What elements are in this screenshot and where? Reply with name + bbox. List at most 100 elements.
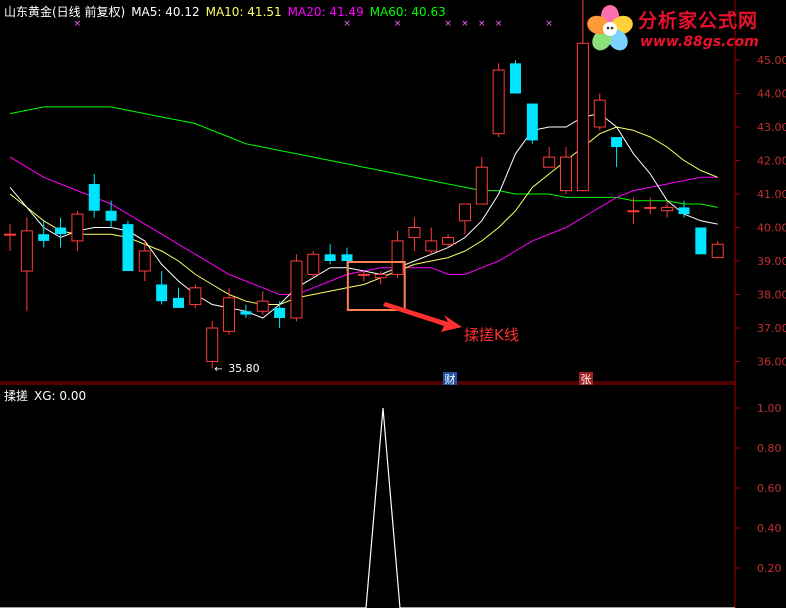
candle-body [156,284,168,302]
candle-body [122,224,134,272]
candle [206,321,219,369]
indicator-tick-label: 0.40 [757,522,782,535]
candle [4,224,16,251]
indicator-tick-label: 0.60 [757,482,782,495]
candle-body [206,327,219,362]
candle [223,287,236,335]
candle [240,304,252,318]
candle [526,103,538,144]
candle-body [543,156,556,168]
candle [711,240,724,259]
candle [55,217,67,248]
candle [627,197,640,225]
candle [492,63,505,138]
annotation-arrow [383,302,462,332]
ma5-value: MA5: 40.12 [131,5,200,19]
low-price-label: 35.80 [228,362,260,375]
xg-indicator-line [0,407,735,608]
ma60-line [9,106,718,208]
candle [307,250,320,278]
candle-body [627,210,640,213]
chart-canvas[interactable]: 45.0044.0043.0042.0041.0040.0039.0038.00… [0,0,786,608]
candle-body [256,300,269,312]
candle-body [644,206,657,209]
candle-body [138,250,151,272]
cai-marker: 财 [445,372,456,386]
price-panel-header: 山东黄金(日线 前复权) MA5: 40.12 MA10: 41.51 MA20: 4… [4,3,452,20]
candle [290,254,303,322]
price-tick-label: 40.00 [757,222,786,235]
candle [644,197,657,215]
candle [510,60,521,94]
price-tick-label: 44.00 [757,88,786,101]
zhang-marker: 张 [581,373,592,386]
signal-marker: × [74,19,82,29]
watermark-url: www.88gs.com [640,34,759,50]
watermark: 分析家公式网 www.88gs.com [582,2,782,56]
candle-body [492,69,505,135]
candle-body [711,243,724,259]
candle-body [661,206,674,212]
signal-marker: × [495,19,503,29]
candle [156,271,168,305]
signal-marker: × [545,19,553,29]
candle [20,217,33,312]
annotation-label: 揉搓K线 [464,326,519,344]
indicator-tick-label: 1.00 [757,402,782,415]
candle-body [695,227,707,255]
candle-body [475,166,488,205]
candle-body [341,254,353,261]
candle-body [442,237,455,245]
candle [425,227,438,255]
price-tick-label: 39.00 [757,255,786,268]
ma60-value: MA60: 40.63 [369,5,446,19]
kline-chart-window[interactable]: 45.00 44.00 43.00 42.00 41.00 40.00 39.00 38.00… [0,0,786,608]
signal-marker: × [343,19,351,29]
price-tick-label: 37.00 [757,322,786,335]
indicator-tick-label: 0.20 [757,562,782,575]
candle-body [274,307,286,318]
candle-body [88,183,100,211]
signal-marker: × [478,19,486,29]
indicator-value: XG: 0.00 [34,389,87,403]
candle-body [240,311,252,315]
candle [274,301,286,328]
candle-body [593,99,606,128]
indicator-tick-label: 0.80 [757,442,782,455]
candle-body [425,240,438,252]
candle-body [307,253,320,275]
low-arrow: ← [214,364,222,375]
candle [611,137,623,168]
candle [122,220,134,272]
candle-body [526,103,538,141]
ma10-value: MA10: 41.51 [205,5,282,19]
price-tick-label: 41.00 [757,188,786,201]
candle-body [105,210,117,221]
signal-marker: × [444,19,452,29]
candle-body [357,273,370,276]
candle-body [38,234,50,241]
candle-body [324,254,336,261]
candle [593,93,606,131]
candle [357,271,370,282]
candle [695,227,707,255]
price-tick-label: 43.00 [757,121,786,134]
candle [38,220,50,248]
candle [105,200,117,228]
candle [391,230,404,278]
candle [324,244,336,265]
candle [256,291,269,315]
candle-body [20,230,33,272]
price-tick-label: 36.00 [757,356,786,369]
signal-marker: × [394,19,402,29]
candle-body [4,233,16,236]
candle [458,203,471,235]
candle [189,284,202,308]
price-tick-label: 38.00 [757,289,786,302]
indicator-panel-header: 揉搓 XG: 0.00 [4,387,92,404]
flower-logo-icon [587,5,633,51]
candle-body [223,297,236,332]
candle-body [173,297,184,308]
candle-body [576,42,589,192]
candle-body [560,156,573,192]
